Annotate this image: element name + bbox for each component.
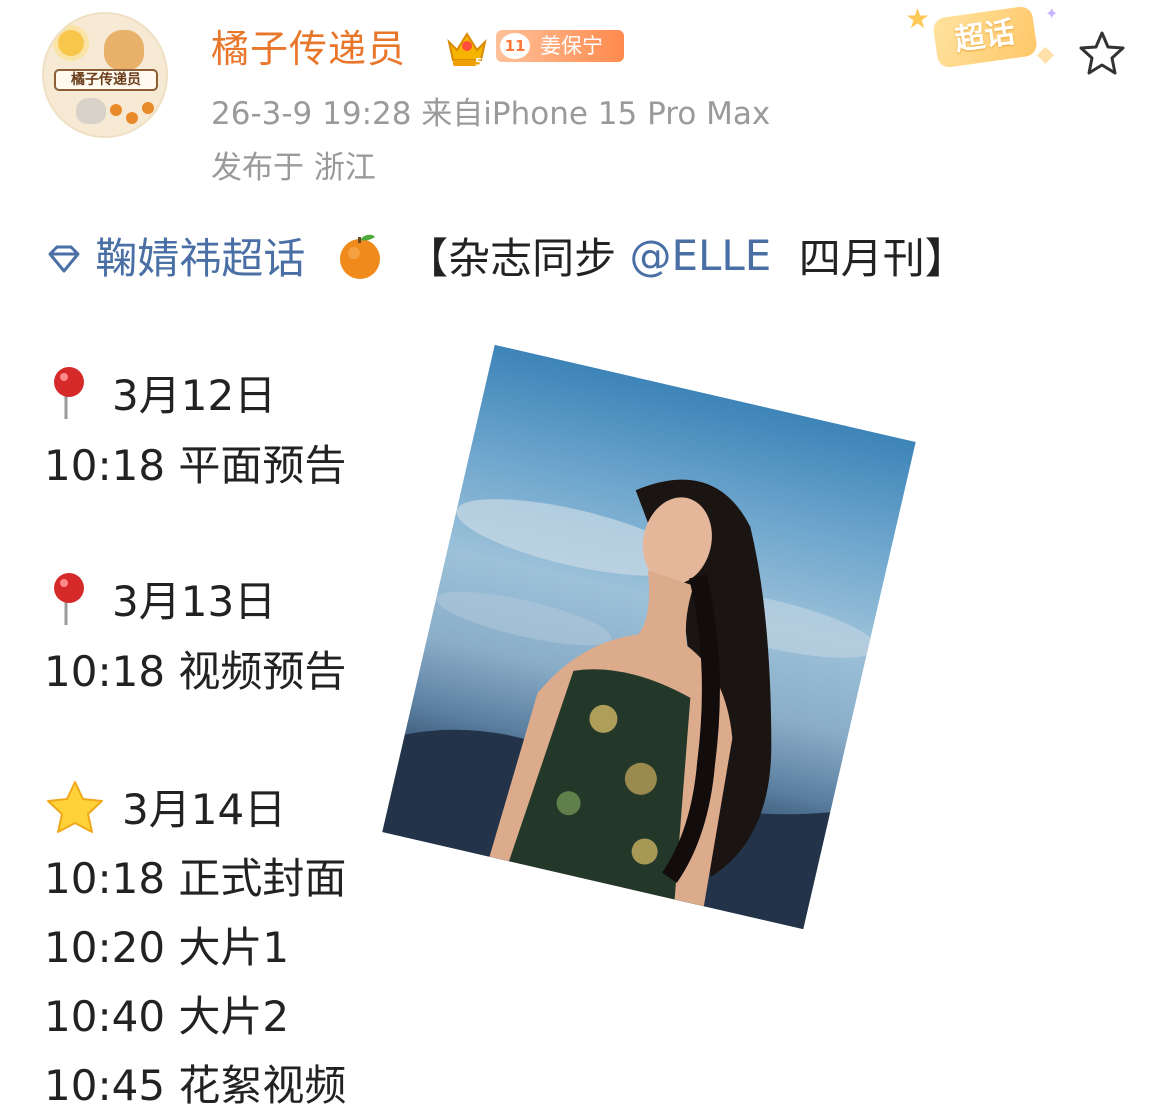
schedule-line: 3月12日 bbox=[44, 362, 276, 423]
avatar-name-plate: 橘子传递员 bbox=[54, 69, 158, 91]
pushpin-icon bbox=[44, 571, 94, 627]
cat-illustration bbox=[104, 30, 144, 70]
schedule-item: 10:20 大片1 bbox=[44, 923, 290, 972]
schedule-date: 3月14日 bbox=[122, 785, 287, 834]
post-location: 发布于 浙江 bbox=[211, 150, 376, 186]
schedule-date: 3月12日 bbox=[112, 371, 277, 420]
schedule-line: 10:18 正式封面 bbox=[44, 845, 346, 906]
post-topic-line: 鞠婧祎超话 【杂志同步 @ELLE 四月刊】 bbox=[46, 225, 967, 283]
flower-decoration bbox=[58, 30, 84, 56]
schedule-line: 10:18 视频预告 bbox=[44, 638, 346, 699]
schedule-date: 3月13日 bbox=[112, 577, 277, 626]
schedule-line: 10:40 大片2 bbox=[44, 983, 289, 1044]
schedule-line: 10:45 花絮视频 bbox=[44, 1052, 346, 1104]
fan-badge[interactable]: 11 姜保宁 bbox=[496, 30, 624, 62]
svg-text:5: 5 bbox=[475, 56, 483, 68]
pushpin-icon bbox=[44, 365, 94, 421]
orange-decoration bbox=[142, 102, 154, 114]
star-emoji-icon bbox=[44, 779, 106, 835]
topic-link[interactable]: 鞠婧祎超话 bbox=[95, 234, 305, 283]
orange-decoration bbox=[126, 112, 138, 124]
author-avatar[interactable]: 橘子传递员 bbox=[42, 12, 168, 138]
sparkle-icon: ★ bbox=[905, 2, 931, 35]
topic-diamond-icon bbox=[46, 231, 95, 280]
chaohua-badge[interactable]: ★ 超话 ◆ ✦ bbox=[905, 2, 1059, 80]
schedule-item: 10:18 视频预告 bbox=[44, 647, 347, 696]
fan-badge-level: 11 bbox=[500, 33, 530, 59]
schedule-line: 3月14日 bbox=[44, 776, 286, 837]
photo-illustration bbox=[382, 479, 877, 930]
gem-icon: ◆ bbox=[1037, 42, 1054, 67]
topic-text-open: 【杂志同步 bbox=[406, 234, 617, 283]
schedule-item: 10:18 平面预告 bbox=[44, 441, 347, 490]
schedule-item: 10:45 花絮视频 bbox=[44, 1061, 347, 1104]
chaohua-badge-label: 超话 bbox=[932, 5, 1038, 69]
favorite-star-icon[interactable] bbox=[1077, 28, 1127, 78]
schedule-item: 10:18 正式封面 bbox=[44, 854, 347, 903]
sparkle-icon: ✦ bbox=[1045, 4, 1059, 23]
orange-decoration bbox=[110, 104, 122, 116]
fan-badge-name: 姜保宁 bbox=[540, 34, 603, 58]
topic-text-close: 四月刊】 bbox=[798, 234, 967, 283]
schedule-line: 10:20 大片1 bbox=[44, 914, 289, 975]
schedule-item: 10:40 大片2 bbox=[44, 992, 290, 1041]
mention-link[interactable]: @ELLE bbox=[629, 231, 771, 280]
schedule-line: 10:18 平面预告 bbox=[44, 432, 346, 493]
author-name[interactable]: 橘子传递员 bbox=[211, 18, 406, 73]
post-time-source: 26-3-9 19:28 来自iPhone 15 Pro Max bbox=[211, 96, 771, 132]
post-photo[interactable] bbox=[382, 344, 916, 930]
vip-crown-icon[interactable]: 5 bbox=[445, 28, 489, 72]
orange-emoji-icon bbox=[335, 231, 385, 281]
cat-illustration bbox=[76, 98, 106, 124]
schedule-line: 3月13日 bbox=[44, 568, 276, 629]
